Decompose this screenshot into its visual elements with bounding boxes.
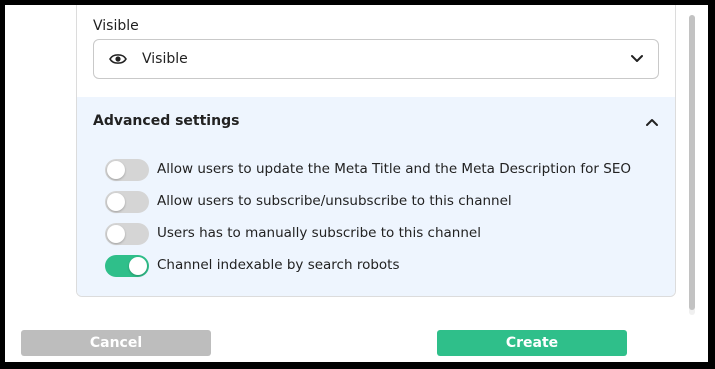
option-subscribe: Allow users to subscribe/unsubscribe to … [105,191,665,213]
advanced-settings-panel: Advanced settings Allow users to update … [77,97,675,296]
toggle-seo-meta[interactable] [105,159,149,181]
toggle-indexable[interactable] [105,255,149,277]
advanced-settings-title: Advanced settings [93,113,240,129]
chevron-down-icon [631,55,643,62]
scrollbar[interactable] [689,15,695,315]
toggle-manual-subscribe[interactable] [105,223,149,245]
scrollbar-thumb[interactable] [689,15,695,310]
eye-icon [109,54,127,64]
toggle-subscribe[interactable] [105,191,149,213]
option-indexable: Channel indexable by search robots [105,255,665,277]
toggle-knob [107,193,125,211]
cancel-button[interactable]: Cancel [21,330,211,356]
toggle-knob [107,161,125,179]
option-label: Channel indexable by search robots [157,257,400,273]
toggle-knob [107,225,125,243]
option-label: Users has to manually subscribe to this … [157,225,481,241]
option-label: Allow users to subscribe/unsubscribe to … [157,193,512,209]
modal: Visible Visible Advanced settings Allow … [5,5,708,362]
chevron-up-icon[interactable] [641,111,663,133]
option-manual-subscribe: Users has to manually subscribe to this … [105,223,665,245]
option-label: Allow users to update the Meta Title and… [157,161,631,177]
visibility-select[interactable]: Visible [93,39,659,79]
toggle-knob [129,257,147,275]
create-button[interactable]: Create [437,330,627,356]
visibility-label: Visible [93,18,139,34]
channel-settings-card: Visible Visible Advanced settings Allow … [76,5,676,297]
visibility-select-value: Visible [142,51,188,67]
option-seo-meta: Allow users to update the Meta Title and… [105,159,665,181]
